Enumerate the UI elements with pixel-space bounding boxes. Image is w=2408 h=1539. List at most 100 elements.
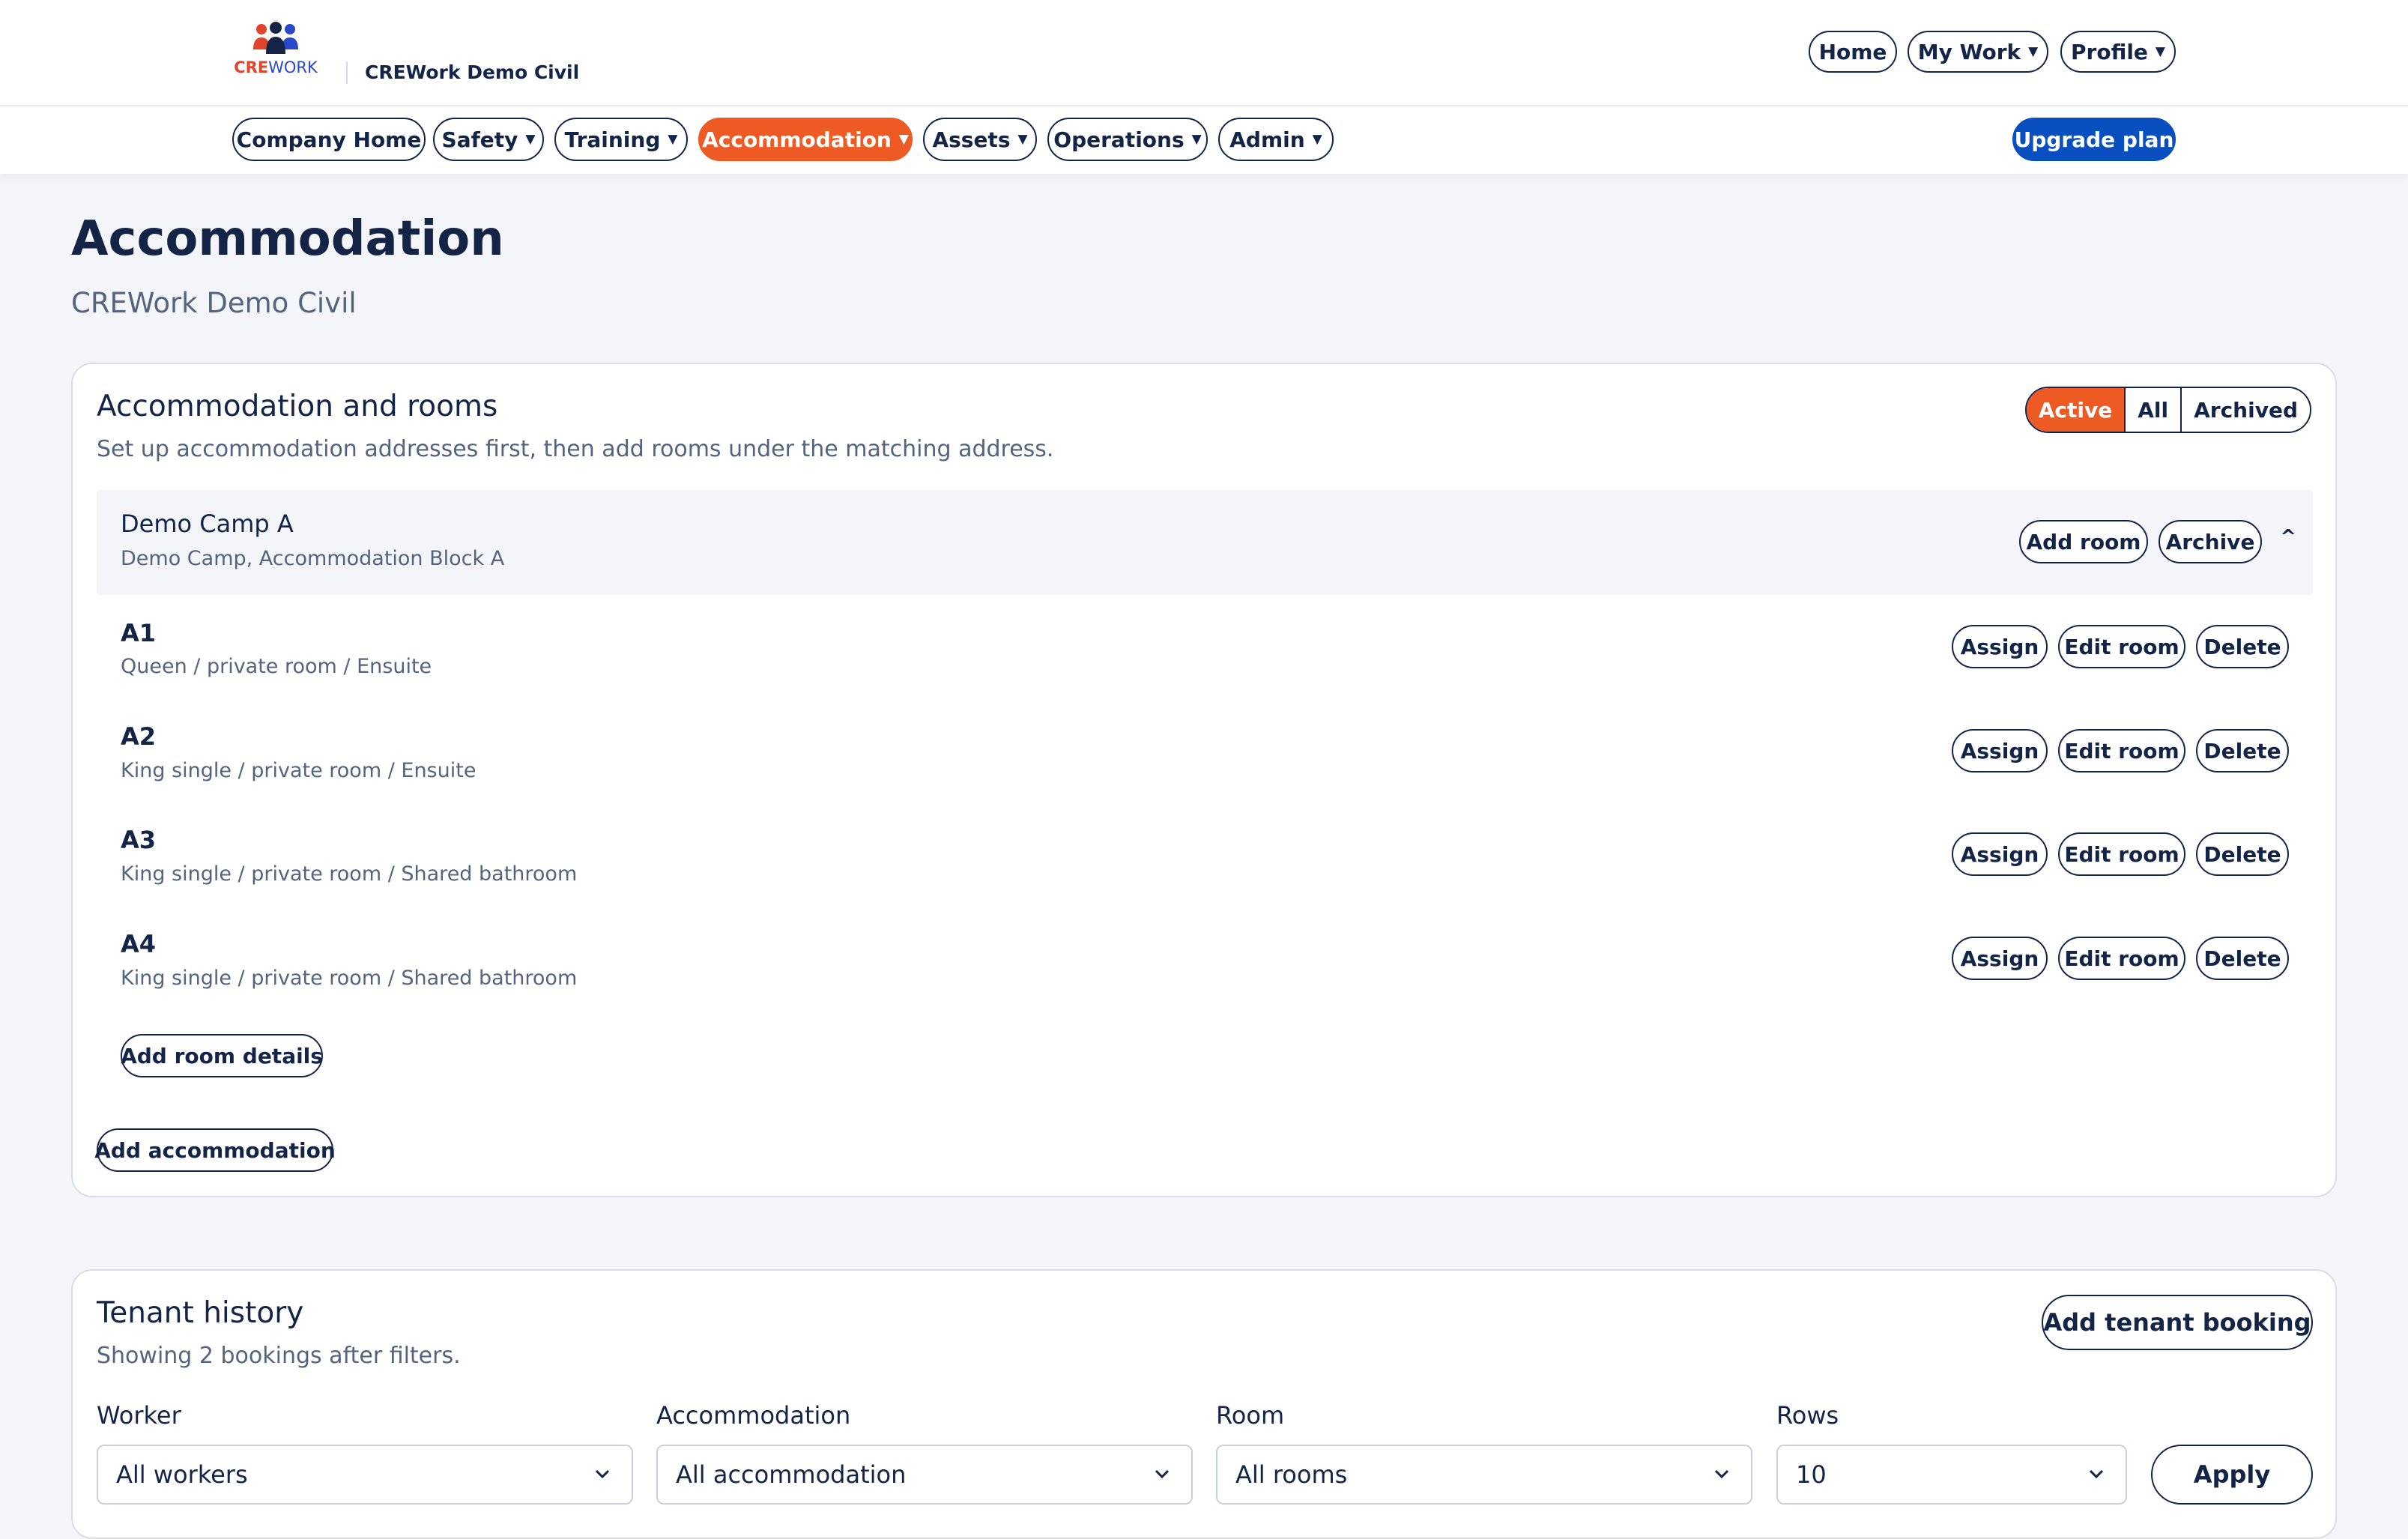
tenant-history-card: Tenant history Showing 2 bookings after …: [71, 1269, 2337, 1539]
assign-button[interactable]: Assign: [1952, 625, 2048, 668]
edit-room-button[interactable]: Edit room: [2058, 729, 2185, 772]
delete-button[interactable]: Delete: [2196, 729, 2289, 772]
caret-down-icon: ▼: [1191, 132, 1202, 147]
delete-label: Delete: [2203, 738, 2281, 764]
chevron-down-icon: [2089, 1469, 2104, 1479]
nav-company-home[interactable]: Company Home: [232, 118, 426, 161]
assign-button[interactable]: Assign: [1952, 832, 2048, 876]
edit-room-button[interactable]: Edit room: [2058, 937, 2185, 980]
my-work-menu[interactable]: My Work ▼: [1908, 31, 2048, 73]
nav-admin[interactable]: Admin ▼: [1218, 118, 1334, 161]
card-description: Set up accommodation addresses first, th…: [97, 436, 1054, 462]
add-room-details-button[interactable]: Add room details: [121, 1034, 323, 1077]
assign-button[interactable]: Assign: [1952, 937, 2048, 980]
caret-down-icon: ▼: [898, 132, 909, 147]
edit-room-label: Edit room: [2064, 946, 2179, 971]
nav-label: Admin: [1229, 127, 1305, 152]
delete-button[interactable]: Delete: [2196, 625, 2289, 668]
nav-safety[interactable]: Safety ▼: [433, 118, 544, 161]
logo-wordmark: CREWORK: [234, 58, 318, 76]
rows-select[interactable]: 10: [1776, 1445, 2127, 1505]
nav-training[interactable]: Training ▼: [554, 118, 688, 161]
assign-label: Assign: [1960, 634, 2039, 659]
room-code: A3: [121, 826, 157, 854]
nav-assets[interactable]: Assets ▼: [923, 118, 1037, 161]
accommodation-select-value: All accommodation: [676, 1460, 907, 1489]
card-title: Accommodation and rooms: [97, 390, 498, 423]
edit-room-button[interactable]: Edit room: [2058, 832, 2185, 876]
card-title: Tenant history: [97, 1296, 304, 1330]
add-tenant-booking-button[interactable]: Add tenant booking: [2042, 1295, 2313, 1350]
card-description: Showing 2 bookings after filters.: [97, 1343, 461, 1369]
edit-room-label: Edit room: [2064, 841, 2179, 867]
add-tenant-booking-label: Add tenant booking: [2043, 1308, 2311, 1337]
assign-label: Assign: [1960, 738, 2039, 764]
delete-button[interactable]: Delete: [2196, 832, 2289, 876]
status-filter: Active All Archived: [2024, 387, 2311, 433]
caret-down-icon: ▼: [2155, 44, 2165, 59]
apply-label: Apply: [2193, 1460, 2271, 1489]
nav-label: Assets: [932, 127, 1011, 152]
nav-label: Operations: [1053, 127, 1185, 152]
company-name: CREWork Demo Civil: [365, 61, 580, 83]
worker-select-value: All workers: [116, 1460, 248, 1489]
home-button[interactable]: Home: [1809, 31, 1897, 73]
delete-button[interactable]: Delete: [2196, 937, 2289, 980]
accommodation-card: Accommodation and rooms Set up accommoda…: [71, 363, 2337, 1197]
rows-filter-label: Rows: [1776, 1401, 1839, 1430]
room-filter-label: Room: [1216, 1401, 1285, 1430]
collapse-chevron-icon[interactable]: ^: [2280, 526, 2296, 548]
accommodation-group-header[interactable]: Demo Camp A Demo Camp, Accommodation Blo…: [97, 490, 2313, 595]
caret-down-icon: ▼: [525, 132, 536, 147]
assign-label: Assign: [1960, 946, 2039, 971]
caret-down-icon: ▼: [2028, 44, 2039, 59]
caret-down-icon: ▼: [1312, 132, 1322, 147]
archive-button[interactable]: Archive: [2159, 520, 2262, 563]
nav-operations[interactable]: Operations ▼: [1047, 118, 1208, 161]
accommodation-address: Demo Camp, Accommodation Block A: [121, 547, 505, 570]
nav-label: Accommodation: [702, 127, 892, 152]
add-room-button[interactable]: Add room: [2019, 520, 2148, 563]
accommodation-select[interactable]: All accommodation: [656, 1445, 1193, 1505]
worker-filter-label: Worker: [97, 1401, 181, 1430]
archive-label: Archive: [2165, 529, 2255, 554]
chevron-down-icon: [1714, 1469, 1729, 1479]
profile-menu[interactable]: Profile ▼: [2060, 31, 2176, 73]
nav-label: Safety: [441, 127, 518, 152]
add-accommodation-label: Add accommodation: [94, 1137, 336, 1163]
worker-select[interactable]: All workers: [97, 1445, 633, 1505]
add-room-label: Add room: [2026, 529, 2141, 554]
filter-all[interactable]: All: [2124, 388, 2181, 432]
profile-label: Profile: [2071, 39, 2148, 64]
room-code: A4: [121, 930, 157, 958]
chevron-down-icon: [1155, 1469, 1170, 1479]
add-accommodation-button[interactable]: Add accommodation: [94, 1128, 336, 1172]
upgrade-plan-button[interactable]: Upgrade plan: [2012, 118, 2176, 161]
team-people-icon: [253, 22, 298, 54]
main-nav: Company Home Safety ▼ Training ▼ Accommoda…: [0, 106, 2408, 174]
nav-accommodation[interactable]: Accommodation ▼: [698, 118, 913, 161]
my-work-label: My Work: [1917, 39, 2021, 64]
assign-button[interactable]: Assign: [1952, 729, 2048, 772]
filter-archived[interactable]: Archived: [2180, 388, 2310, 432]
caret-down-icon: ▼: [668, 132, 678, 147]
edit-room-label: Edit room: [2064, 738, 2179, 764]
nav-label: Training: [564, 127, 661, 152]
room-select[interactable]: All rooms: [1216, 1445, 1752, 1505]
divider: [346, 61, 348, 84]
edit-room-button[interactable]: Edit room: [2058, 625, 2185, 668]
room-details: King single / private room / Ensuite: [121, 759, 477, 782]
apply-filters-button[interactable]: Apply: [2151, 1445, 2313, 1505]
accommodation-filter-label: Accommodation: [656, 1401, 851, 1430]
room-details: King single / private room / Shared bath…: [121, 967, 578, 990]
chevron-down-icon: [595, 1469, 610, 1479]
room-details: Queen / private room / Ensuite: [121, 655, 432, 678]
delete-label: Delete: [2203, 946, 2281, 971]
rows-select-value: 10: [1796, 1460, 1827, 1489]
top-header: CREWORK CREWork Demo Civil Home My Work ▼…: [0, 0, 2408, 106]
page-title: Accommodation: [71, 211, 504, 267]
filter-active[interactable]: Active: [2026, 388, 2125, 432]
delete-label: Delete: [2203, 634, 2281, 659]
crework-logo[interactable]: CREWORK: [234, 21, 318, 81]
room-code: A2: [121, 722, 157, 751]
